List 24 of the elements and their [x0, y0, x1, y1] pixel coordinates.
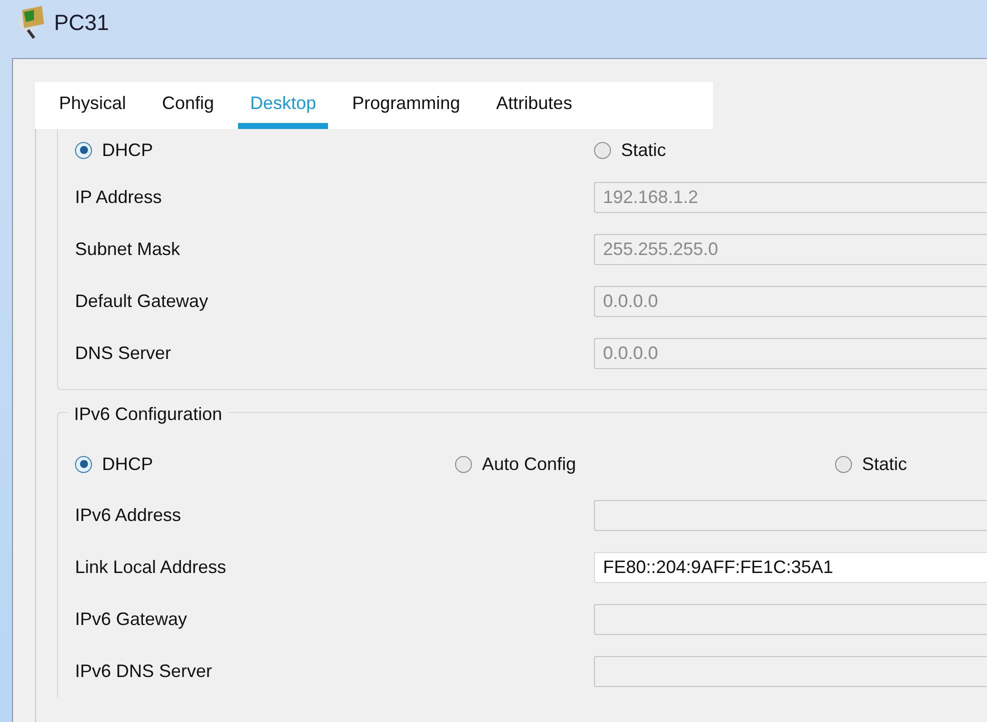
field-label: Default Gateway — [75, 290, 210, 313]
radio-label: Static — [621, 138, 666, 162]
window-title: PC31 — [54, 8, 110, 36]
tab[interactable]: Config — [150, 82, 226, 129]
field-label: IPv6 Gateway — [75, 608, 188, 631]
radio-button[interactable] — [594, 142, 611, 158]
field-label: IP Address — [75, 186, 163, 208]
field-label: IPv6 Address — [75, 504, 182, 526]
input-field[interactable]: FE80::204:9AFF:FE1C:35A1 — [594, 552, 987, 582]
field-label: Link Local Address — [75, 556, 228, 578]
tab[interactable]: Attributes — [484, 82, 584, 129]
radio-button[interactable] — [455, 456, 472, 472]
radio-button[interactable] — [835, 456, 852, 472]
radio-label: DHCP — [102, 452, 154, 476]
radio-button[interactable] — [75, 456, 92, 472]
field-label: DNS Server — [75, 342, 172, 364]
radio-button[interactable] — [75, 142, 92, 158]
field-label: IPv6 DNS Server — [75, 660, 214, 682]
tab[interactable]: Programming — [340, 82, 472, 129]
radio-label: Static — [862, 452, 908, 476]
field-label: Subnet Mask — [75, 238, 182, 260]
radio-label: Auto Config — [482, 452, 576, 476]
radio-label: DHCP — [102, 138, 154, 162]
tab[interactable]: Physical — [47, 82, 138, 129]
